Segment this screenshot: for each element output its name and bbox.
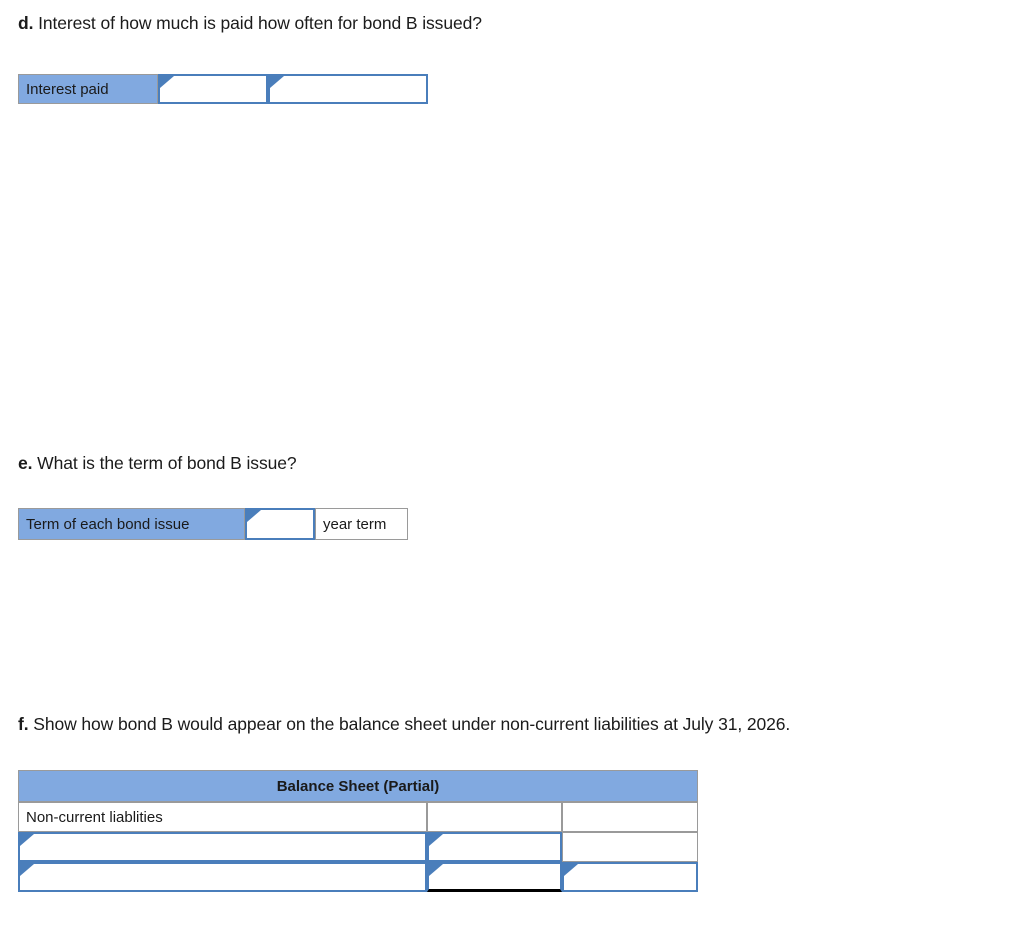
table-row: Term of each bond issue year term xyxy=(18,508,408,540)
question-f-text: Show how bond B would appear on the bala… xyxy=(28,714,791,734)
question-e: e. What is the term of bond B issue? xyxy=(18,452,297,474)
bond-term-table: Term of each bond issue year term xyxy=(18,508,408,540)
question-f-letter: f. xyxy=(18,714,29,734)
bond-amount-input-2[interactable] xyxy=(427,862,562,892)
question-d-letter: d. xyxy=(18,13,34,33)
noncurrent-liabilities-label: Non-current liablities xyxy=(18,802,427,832)
noncurrent-liabilities-amount-1 xyxy=(427,802,562,832)
bond-term-input[interactable] xyxy=(245,508,315,540)
question-d: d. Interest of how much is paid how ofte… xyxy=(18,12,482,34)
table-row: Non-current liablities xyxy=(18,802,698,832)
bond-term-unit: year term xyxy=(315,508,408,540)
balance-sheet-table: Balance Sheet (Partial) Non-current liab… xyxy=(18,770,698,892)
noncurrent-liabilities-amount-2 xyxy=(562,802,698,832)
balance-sheet-title: Balance Sheet (Partial) xyxy=(18,770,698,802)
bond-total-input[interactable] xyxy=(562,862,698,892)
question-d-text: Interest of how much is paid how often f… xyxy=(33,13,482,33)
interest-paid-label: Interest paid xyxy=(18,74,158,104)
table-row: Interest paid xyxy=(18,74,428,104)
bond-term-label: Term of each bond issue xyxy=(18,508,245,540)
bond-amount-input-1[interactable] xyxy=(427,832,562,862)
question-e-text: What is the term of bond B issue? xyxy=(32,453,297,473)
table-header-row: Balance Sheet (Partial) xyxy=(18,770,698,802)
interest-paid-table: Interest paid xyxy=(18,74,428,104)
interest-frequency-input[interactable] xyxy=(268,74,428,104)
bond-amount-blank-1 xyxy=(562,832,698,862)
question-e-letter: e. xyxy=(18,453,33,473)
bond-line-item-input-2[interactable] xyxy=(18,862,427,892)
interest-amount-input[interactable] xyxy=(158,74,268,104)
table-row xyxy=(18,832,698,862)
bond-line-item-input-1[interactable] xyxy=(18,832,427,862)
question-f: f. Show how bond B would appear on the b… xyxy=(18,713,790,735)
table-row xyxy=(18,862,698,892)
